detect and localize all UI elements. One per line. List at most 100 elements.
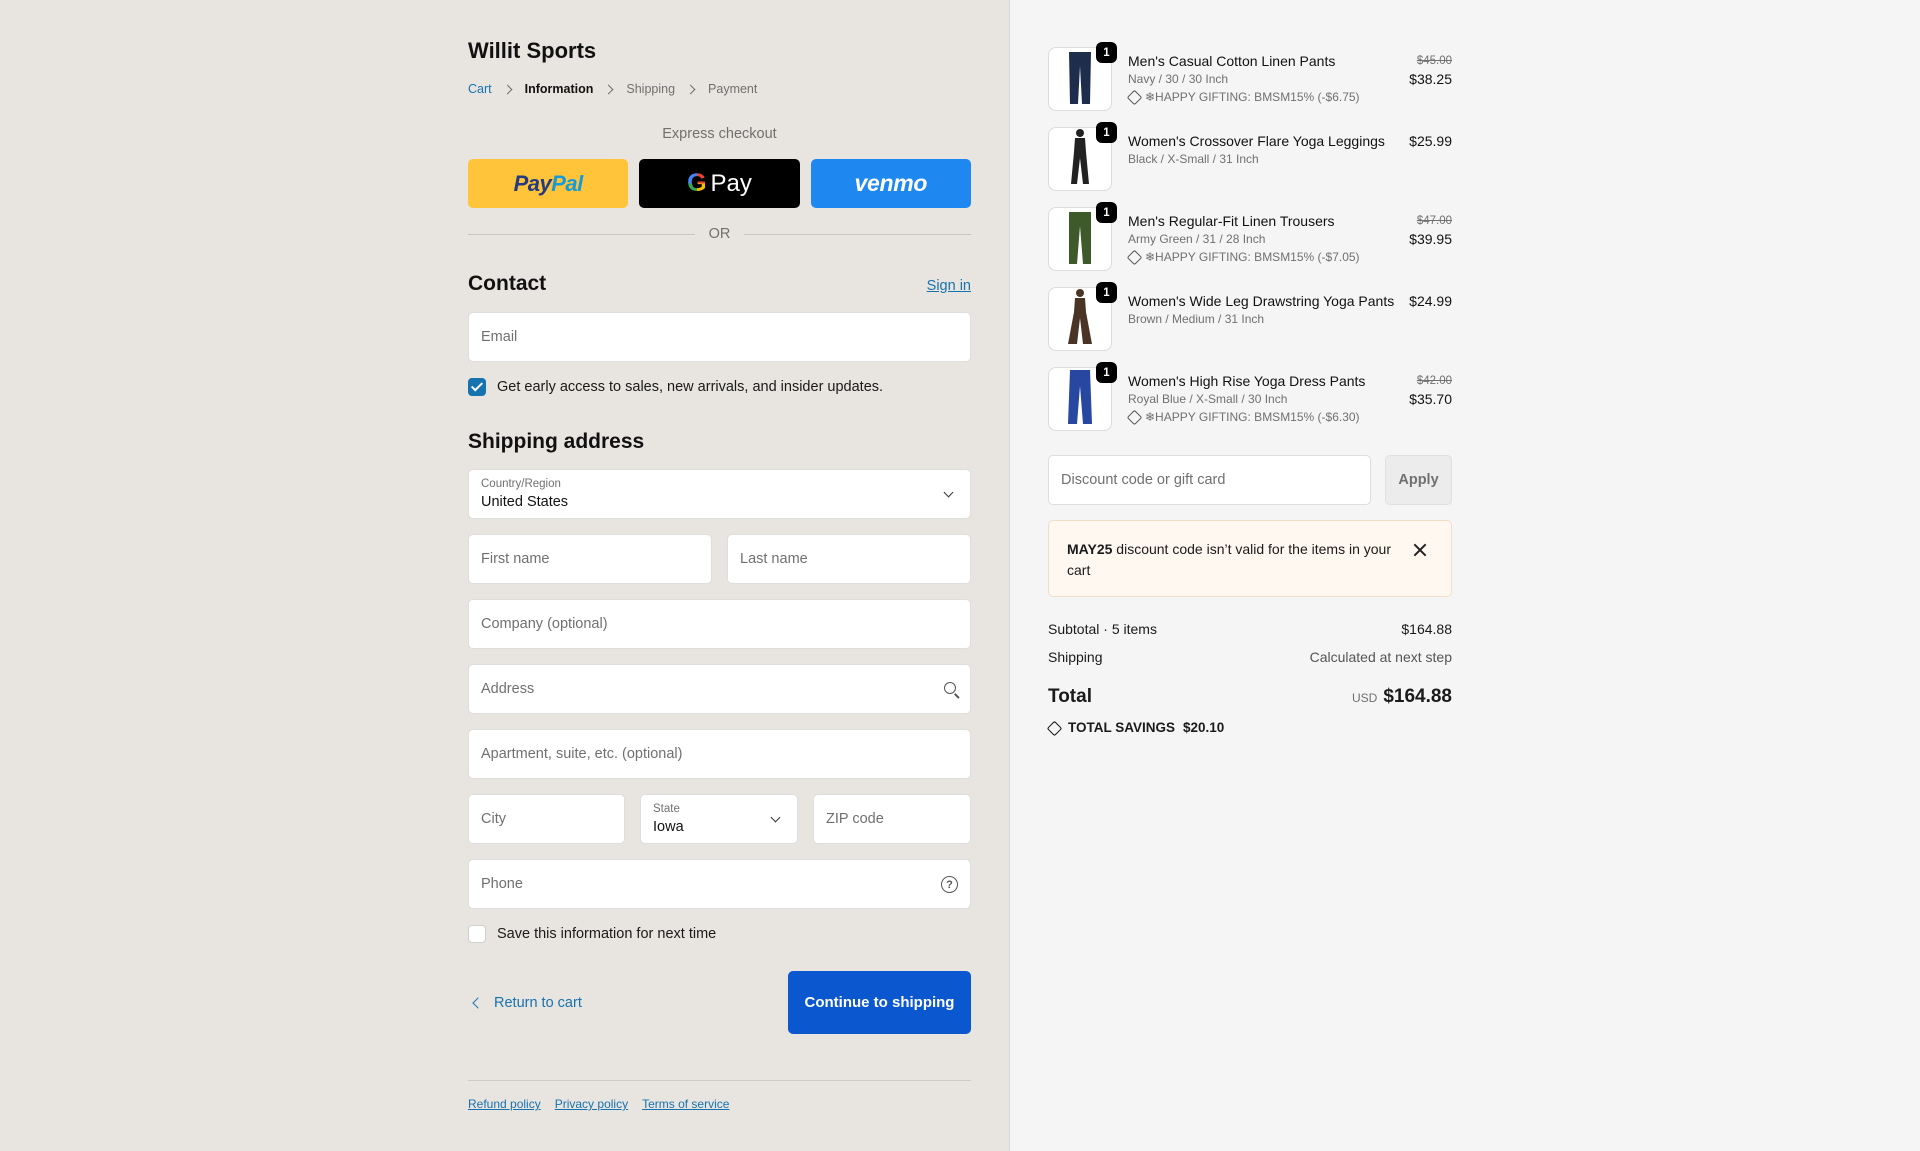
order-summary-panel: 1 Men's Casual Cotton Linen Pants Navy /…: [1010, 0, 1920, 1151]
item-discount-text: ❄HAPPY GIFTING: BMSM15% (-$7.05): [1145, 250, 1360, 264]
company-field[interactable]: Company (optional): [468, 599, 971, 649]
shipping-value: Calculated at next step: [1309, 649, 1452, 665]
phone-field[interactable]: Phone ?: [468, 859, 971, 909]
close-icon[interactable]: [1413, 543, 1427, 557]
country-label: Country/Region: [481, 478, 561, 490]
leggings-image: [1071, 129, 1089, 184]
currency-code: USD: [1351, 691, 1378, 705]
cart-items: 1 Men's Casual Cotton Linen Pants Navy /…: [1048, 0, 1452, 760]
item-variant: Black / X-Small / 31 Inch: [1128, 152, 1259, 166]
privacy-policy-link[interactable]: Privacy policy: [555, 1097, 628, 1111]
dress-pants-image: [1068, 370, 1092, 424]
item-name: Men's Regular-Fit Linen Trousers: [1128, 213, 1335, 229]
tag-icon: [1128, 251, 1140, 263]
save-info-label: Save this information for next time: [497, 926, 717, 942]
shipping-label: Shipping: [1048, 649, 1103, 665]
google-pay-button[interactable]: G Pay: [639, 159, 800, 208]
cart-item: 1 Women's Wide Leg Drawstring Yoga Pants…: [1048, 282, 1452, 353]
total-row: Total USD $164.88: [1048, 686, 1452, 708]
contact-header: Contact Sign in: [468, 272, 971, 296]
total-value: $164.88: [1383, 686, 1452, 707]
pants-image: [1069, 52, 1091, 104]
refund-policy-link[interactable]: Refund policy: [468, 1097, 541, 1111]
newsletter-label: Get early access to sales, new arrivals,…: [497, 379, 884, 395]
discount-error-alert: MAY25 discount code isn’t valid for the …: [1048, 520, 1452, 597]
email-field[interactable]: Email: [468, 312, 971, 362]
chevron-right-icon: [603, 84, 614, 94]
item-price: $39.95: [1409, 231, 1452, 247]
save-info-checkbox[interactable]: [468, 925, 486, 943]
item-original-price: $42.00: [1416, 375, 1452, 387]
venmo-button[interactable]: venmo: [810, 159, 971, 208]
help-icon[interactable]: ?: [941, 876, 958, 893]
footer-links: Refund policy Privacy policy Terms of se…: [468, 1097, 971, 1111]
continue-to-shipping-button[interactable]: Continue to shipping: [788, 971, 971, 1034]
shipping-address-title: Shipping address: [468, 430, 645, 453]
chevron-right-icon: [685, 84, 696, 94]
product-image: 1: [1048, 362, 1117, 431]
newsletter-checkbox[interactable]: [468, 378, 486, 396]
return-to-cart-label: Return to cart: [494, 994, 582, 1011]
breadcrumb-shipping: Shipping: [626, 82, 676, 96]
item-variant: Royal Blue / X-Small / 30 Inch: [1128, 392, 1288, 406]
apartment-placeholder: Apartment, suite, etc. (optional): [481, 746, 683, 762]
subtotal-row: Subtotal · 5 items $164.88: [1048, 621, 1452, 637]
quantity-badge: 1: [1096, 282, 1117, 303]
item-variant: Navy / 30 / 30 Inch: [1128, 72, 1229, 86]
discount-code-input[interactable]: Discount code or gift card: [1048, 455, 1371, 505]
savings-label: TOTAL SAVINGS: [1068, 720, 1176, 735]
terms-of-service-link[interactable]: Terms of service: [642, 1097, 729, 1111]
tag-icon: [1128, 91, 1140, 103]
product-image: 1: [1048, 42, 1117, 111]
cart-item: 1 Women's Crossover Flare Yoga Leggings …: [1048, 122, 1452, 193]
store-name: Willit Sports: [468, 38, 597, 63]
divider-line: [744, 233, 971, 235]
product-image: 1: [1048, 122, 1117, 191]
google-pay-logo: G Pay: [687, 169, 752, 197]
divider-line: [468, 233, 695, 235]
product-image: 1: [1048, 202, 1117, 271]
paypal-button[interactable]: PayPal: [468, 159, 629, 208]
return-to-cart-link[interactable]: Return to cart: [468, 995, 582, 1011]
address-placeholder: Address: [481, 681, 535, 697]
chevron-right-icon: [502, 84, 513, 94]
item-name: Women's High Rise Yoga Dress Pants: [1128, 373, 1366, 389]
item-price: $24.99: [1409, 293, 1452, 309]
state-select[interactable]: State Iowa: [640, 794, 798, 844]
last-name-field[interactable]: Last name: [727, 534, 971, 584]
express-checkout-buttons: PayPal G Pay venmo: [468, 159, 971, 208]
discount-row: Discount code or gift card Apply: [1048, 455, 1452, 505]
item-discount: ❄HAPPY GIFTING: BMSM15% (-$6.30): [1128, 410, 1360, 424]
item-variant: Brown / Medium / 31 Inch: [1128, 312, 1265, 326]
alert-code: MAY25: [1067, 541, 1113, 557]
item-original-price: $47.00: [1416, 215, 1452, 227]
quantity-badge: 1: [1096, 202, 1117, 223]
country-select[interactable]: Country/Region United States: [468, 469, 971, 519]
breadcrumb-payment: Payment: [708, 82, 758, 96]
zip-field[interactable]: ZIP code: [813, 794, 971, 844]
breadcrumb-cart[interactable]: Cart: [468, 82, 492, 96]
city-field[interactable]: City: [468, 794, 625, 844]
address-field[interactable]: Address: [468, 664, 971, 714]
trousers-image: [1069, 212, 1091, 264]
form-actions: Return to cart Continue to shipping: [468, 971, 971, 1034]
total-label: Total: [1048, 686, 1092, 707]
breadcrumb: Cart Information Shipping Payment: [468, 82, 971, 96]
alert-message: discount code isn’t valid for the items …: [1067, 541, 1391, 578]
or-divider: OR: [468, 226, 971, 242]
email-placeholder: Email: [481, 329, 518, 345]
first-name-field[interactable]: First name: [468, 534, 712, 584]
express-checkout-label: Express checkout: [662, 126, 777, 142]
item-name: Women's Wide Leg Drawstring Yoga Pants: [1128, 293, 1395, 309]
city-placeholder: City: [481, 811, 506, 827]
item-discount: ❄HAPPY GIFTING: BMSM15% (-$7.05): [1128, 250, 1360, 264]
item-name: Men's Casual Cotton Linen Pants: [1128, 53, 1336, 69]
breadcrumb-information: Information: [524, 82, 594, 96]
item-variant: Army Green / 31 / 28 Inch: [1128, 232, 1266, 246]
yoga-pants-image: [1068, 289, 1092, 344]
item-price: $25.99: [1409, 133, 1452, 149]
apply-discount-button[interactable]: Apply: [1385, 455, 1452, 505]
total-savings: TOTAL SAVINGS $20.10: [1048, 720, 1452, 735]
sign-in-link[interactable]: Sign in: [927, 278, 971, 294]
apartment-field[interactable]: Apartment, suite, etc. (optional): [468, 729, 971, 779]
